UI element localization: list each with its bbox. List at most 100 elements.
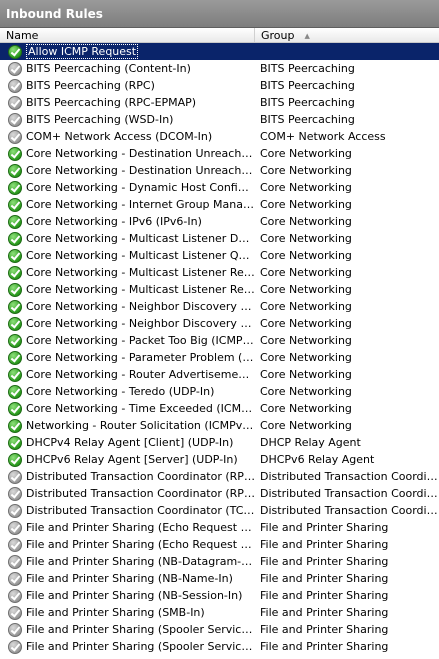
table-row[interactable]: File and Printer Sharing (Echo Request -…	[0, 536, 439, 553]
gray-check-icon	[8, 622, 22, 637]
table-row[interactable]: Core Networking - IPv6 (IPv6-In) Core Net…	[0, 213, 439, 230]
rule-name-cell: Core Networking - Multicast Listener Rep…	[0, 282, 255, 297]
table-row[interactable]: DHCPv6 Relay Agent [Server] (UDP-In) DHCP…	[0, 451, 439, 468]
table-row[interactable]: Core Networking - Multicast Listener Don…	[0, 230, 439, 247]
table-row[interactable]: BITS Peercaching (WSD-In) BITS Peercachin…	[0, 111, 439, 128]
rule-name: Core Networking - Teredo (UDP-In)	[26, 385, 215, 398]
rule-group: File and Printer Sharing	[260, 538, 389, 551]
rule-name: File and Printer Sharing (SMB-In)	[26, 606, 205, 619]
rule-group: File and Printer Sharing	[260, 606, 389, 619]
rule-name-cell: Core Networking - Time Exceeded (ICMPv6-…	[0, 401, 255, 416]
column-header-name[interactable]: Name	[0, 28, 255, 42]
table-row[interactable]: File and Printer Sharing (Echo Request -…	[0, 519, 439, 536]
rule-name: Core Networking - Neighbor Discovery Adv…	[26, 300, 255, 313]
gray-check-icon	[8, 554, 22, 569]
rule-group: Core Networking	[260, 385, 352, 398]
table-row[interactable]: File and Printer Sharing (Spooler Servic…	[0, 621, 439, 638]
green-check-icon	[8, 435, 22, 450]
rule-name: BITS Peercaching (WSD-In)	[26, 113, 174, 126]
table-row[interactable]: Core Networking - Time Exceeded (ICMPv6-…	[0, 400, 439, 417]
table-row[interactable]: BITS Peercaching (Content-In) BITS Peerca…	[0, 60, 439, 77]
table-row[interactable]: File and Printer Sharing (SMB-In) File an…	[0, 604, 439, 621]
rule-name-cell: Core Networking - Multicast Listener Rep…	[0, 265, 255, 280]
table-row[interactable]: COM+ Network Access (DCOM-In) COM+ Networ…	[0, 128, 439, 145]
rule-name-cell: Core Networking - Parameter Problem (ICM…	[0, 350, 255, 365]
rule-group: Core Networking	[260, 334, 352, 347]
green-check-icon	[8, 316, 22, 331]
rule-name: File and Printer Sharing (Spooler Servic…	[26, 640, 255, 653]
rule-name: Core Networking - Internet Group Managem…	[26, 198, 255, 211]
table-row[interactable]: Distributed Transaction Coordinator (RPC…	[0, 485, 439, 502]
rule-name: Core Networking - Multicast Listener Don…	[26, 232, 255, 245]
green-check-icon	[8, 231, 22, 246]
table-row[interactable]: Core Networking - Multicast Listener Rep…	[0, 264, 439, 281]
green-check-icon	[8, 282, 22, 297]
gray-check-icon	[8, 605, 22, 620]
green-check-icon	[8, 265, 22, 280]
rule-name-cell: File and Printer Sharing (Spooler Servic…	[0, 639, 255, 654]
rule-group: BITS Peercaching	[260, 79, 355, 92]
green-check-icon	[8, 248, 22, 263]
table-row[interactable]: Core Networking - Router Advertisement (…	[0, 366, 439, 383]
table-row[interactable]: Core Networking - Packet Too Big (ICMPv6…	[0, 332, 439, 349]
table-row[interactable]: DHCPv4 Relay Agent [Client] (UDP-In) DHCP…	[0, 434, 439, 451]
table-row[interactable]: Core Networking - Teredo (UDP-In) Core Ne…	[0, 383, 439, 400]
rule-name-cell: BITS Peercaching (RPC)	[0, 78, 255, 93]
table-row[interactable]: Core Networking - Dynamic Host Configura…	[0, 179, 439, 196]
green-check-icon	[8, 214, 22, 229]
rule-name-cell: Core Networking - Multicast Listener Que…	[0, 248, 255, 263]
table-row[interactable]: Distributed Transaction Coordinator (RPC…	[0, 468, 439, 485]
rule-name: Core Networking - Destination Unreachabl…	[26, 147, 255, 160]
rule-name: COM+ Network Access (DCOM-In)	[26, 130, 213, 143]
column-header-name-label: Name	[6, 29, 39, 42]
rule-group: Core Networking	[260, 198, 352, 211]
table-row[interactable]: Core Networking - Destination Unreachabl…	[0, 162, 439, 179]
table-row[interactable]: Networking - Router Solicitation (ICMPv6…	[0, 417, 439, 434]
rule-group: DHCPv6 Relay Agent	[260, 453, 375, 466]
table-row[interactable]: Allow ICMP Request	[0, 43, 439, 60]
table-row[interactable]: File and Printer Sharing (NB-Name-In) Fil…	[0, 570, 439, 587]
table-row[interactable]: File and Printer Sharing (NB-Session-In)…	[0, 587, 439, 604]
rule-name: Core Networking - IPv6 (IPv6-In)	[26, 215, 202, 228]
rule-name: Core Networking - Router Advertisement (…	[26, 368, 255, 381]
rule-name-cell: Networking - Router Solicitation (ICMPv6…	[0, 418, 255, 433]
rule-group: Core Networking	[260, 249, 352, 262]
rule-name-cell: Core Networking - Neighbor Discovery Adv…	[0, 299, 255, 314]
rule-name: Distributed Transaction Coordinator (TCP…	[26, 504, 255, 517]
table-row[interactable]: Core Networking - Destination Unreachabl…	[0, 145, 439, 162]
table-row[interactable]: Core Networking - Internet Group Managem…	[0, 196, 439, 213]
table-row[interactable]: BITS Peercaching (RPC-EPMAP) BITS Peercac…	[0, 94, 439, 111]
table-row[interactable]: Core Networking - Neighbor Discovery Adv…	[0, 298, 439, 315]
green-check-icon	[8, 401, 22, 416]
table-row[interactable]: File and Printer Sharing (NB-Datagram-In…	[0, 553, 439, 570]
table-row[interactable]: File and Printer Sharing (Spooler Servic…	[0, 638, 439, 655]
rule-name-cell: Core Networking - Teredo (UDP-In)	[0, 384, 255, 399]
rule-group: File and Printer Sharing	[260, 521, 389, 534]
table-row[interactable]: Core Networking - Multicast Listener Rep…	[0, 281, 439, 298]
gray-check-icon	[8, 503, 22, 518]
table-row[interactable]: Core Networking - Parameter Problem (ICM…	[0, 349, 439, 366]
gray-check-icon	[8, 486, 22, 501]
column-header-group[interactable]: Group ▲	[255, 28, 439, 42]
table-row[interactable]: Core Networking - Neighbor Discovery Sol…	[0, 315, 439, 332]
table-row[interactable]: BITS Peercaching (RPC) BITS Peercaching	[0, 77, 439, 94]
green-check-icon	[8, 367, 22, 382]
rule-name-cell: DHCPv4 Relay Agent [Client] (UDP-In)	[0, 435, 255, 450]
table-row[interactable]: Distributed Transaction Coordinator (TCP…	[0, 502, 439, 519]
rule-name-cell: Core Networking - Dynamic Host Configura…	[0, 180, 255, 195]
table-row[interactable]: Core Networking - Multicast Listener Que…	[0, 247, 439, 264]
rule-group: Core Networking	[260, 402, 352, 415]
panel-title: Inbound Rules	[0, 0, 439, 28]
rule-name: DHCPv6 Relay Agent [Server] (UDP-In)	[26, 453, 238, 466]
rule-name: Networking - Router Solicitation (ICMPv6…	[26, 419, 255, 432]
rule-name: Core Networking - Packet Too Big (ICMPv6…	[26, 334, 255, 347]
rule-name-cell: COM+ Network Access (DCOM-In)	[0, 129, 255, 144]
rule-group: COM+ Network Access	[260, 130, 386, 143]
rule-group: BITS Peercaching	[260, 62, 355, 75]
gray-check-icon	[8, 469, 22, 484]
rule-name: BITS Peercaching (RPC)	[26, 79, 155, 92]
sort-ascending-icon: ▲	[304, 32, 310, 40]
rule-group: Core Networking	[260, 215, 352, 228]
rule-name-cell: DHCPv6 Relay Agent [Server] (UDP-In)	[0, 452, 255, 467]
green-check-icon	[8, 350, 22, 365]
